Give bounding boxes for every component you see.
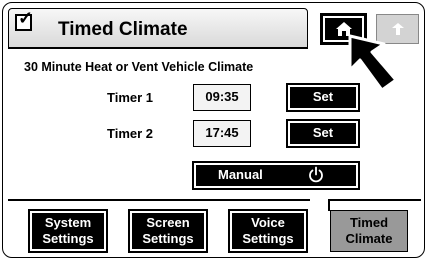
manual-label: Manual: [218, 167, 263, 182]
tab-bar: System Settings Screen Settings Voice Se…: [8, 200, 421, 254]
checkbox-icon: ✓: [15, 9, 33, 31]
timer-1-field[interactable]: 09:35: [193, 84, 251, 111]
timer-2-field[interactable]: 17:45: [193, 120, 251, 147]
timer-2-label: Timer 2: [107, 126, 154, 141]
timer-2-set-button[interactable]: Set: [286, 119, 360, 148]
tab-label-line2: Settings: [142, 231, 194, 246]
tab-system-settings[interactable]: System Settings: [28, 209, 108, 253]
tab-label-line2: Settings: [242, 231, 294, 246]
tab-label-line2: Settings: [42, 231, 94, 246]
tab-voice-settings[interactable]: Voice Settings: [228, 209, 308, 253]
tab-label-line1: Screen: [146, 215, 190, 230]
tab-timed-climate[interactable]: Timed Climate: [330, 210, 408, 252]
page-title: Timed Climate: [58, 19, 188, 40]
tab-screen-settings[interactable]: Screen Settings: [128, 209, 208, 253]
header-bar: ✓ Timed Climate: [8, 8, 308, 49]
tab-label-line1: System: [44, 215, 92, 230]
tab-label-line1: Timed: [349, 215, 389, 230]
manual-button[interactable]: Manual: [192, 161, 360, 190]
timed-climate-screen: ✓ Timed Climate 30 Minute Heat or Vent V…: [0, 0, 428, 261]
timer-1-label: Timer 1: [107, 90, 154, 105]
timer-1-set-button[interactable]: Set: [286, 83, 360, 112]
power-icon: [309, 166, 323, 183]
tab-label-line2: Climate: [345, 231, 393, 246]
subtitle: 30 Minute Heat or Vent Vehicle Climate: [24, 60, 254, 74]
tab-label-line1: Voice: [251, 215, 285, 230]
